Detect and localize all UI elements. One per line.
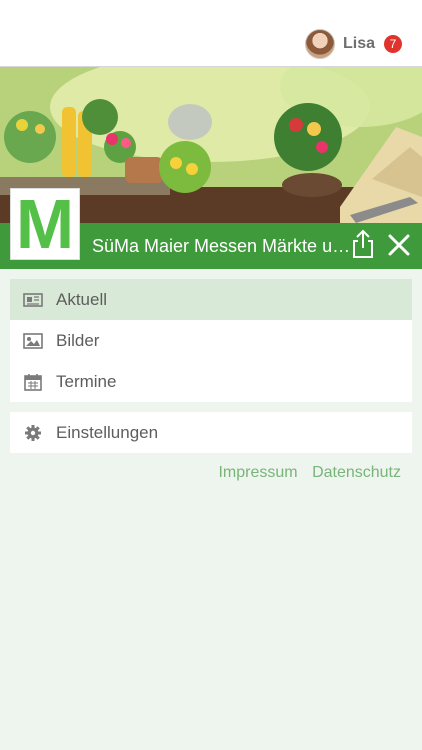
- user-name[interactable]: Lisa: [343, 35, 375, 53]
- footer-links: Impressum Datenschutz: [208, 464, 401, 482]
- share-button[interactable]: [350, 229, 376, 259]
- impressum-link[interactable]: Impressum: [218, 464, 297, 481]
- main-menu: Aktuell Bilder Termine: [10, 279, 412, 402]
- user-profile[interactable]: Lisa 7: [304, 29, 402, 59]
- menu-item-label: Bilder: [56, 330, 100, 350]
- menu-item-label: Aktuell: [56, 289, 108, 309]
- logo-letter: M: [15, 185, 75, 263]
- notification-badge[interactable]: 7: [384, 35, 402, 53]
- menu-item-einstellungen[interactable]: Einstellungen: [10, 412, 412, 453]
- avatar[interactable]: [304, 29, 335, 59]
- share-icon: [353, 229, 373, 258]
- menu-item-aktuell[interactable]: Aktuell: [10, 279, 412, 320]
- menu-item-label: Einstellungen: [56, 422, 159, 442]
- menu-item-bilder[interactable]: Bilder: [10, 320, 412, 361]
- gear-icon: [23, 423, 43, 443]
- newspaper-icon: [23, 290, 43, 310]
- settings-menu: Einstellungen: [10, 412, 412, 453]
- close-icon: [388, 234, 410, 256]
- datenschutz-link[interactable]: Datenschutz: [312, 464, 401, 481]
- app-logo: M: [10, 188, 80, 260]
- menu-item-termine[interactable]: Termine: [10, 361, 412, 402]
- image-icon: [23, 331, 43, 351]
- close-button[interactable]: [386, 232, 412, 258]
- calendar-icon: [23, 372, 43, 392]
- top-bar: Lisa 7: [0, 0, 422, 67]
- page-title: SüMa Maier Messen Märkte u…: [92, 236, 351, 256]
- menu-item-label: Termine: [56, 371, 117, 391]
